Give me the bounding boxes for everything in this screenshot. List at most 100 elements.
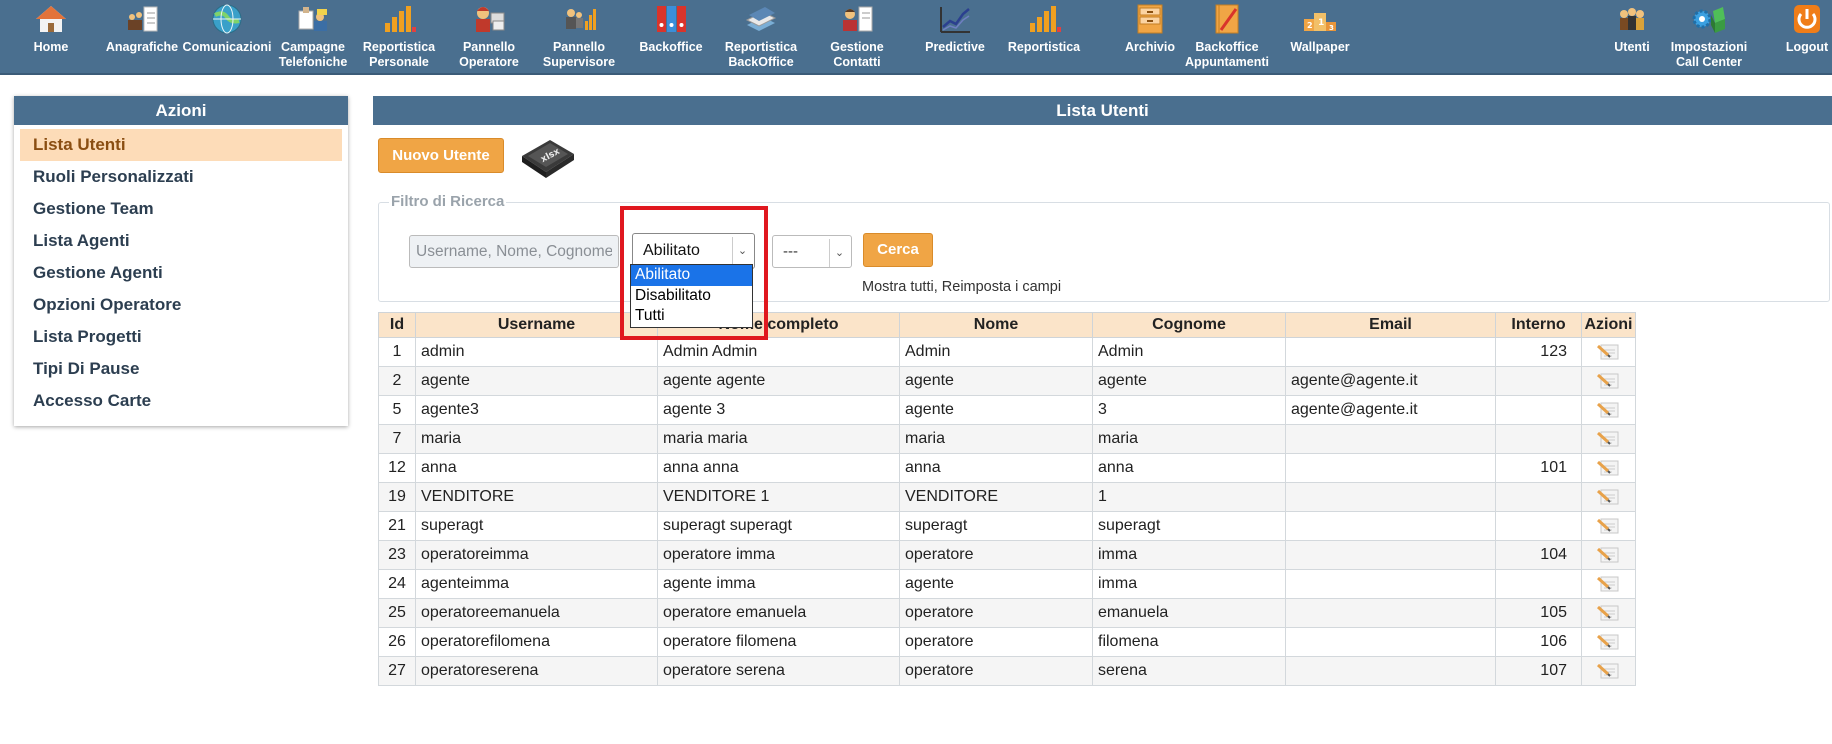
edit-icon[interactable]: [1596, 371, 1622, 391]
table-cell-cognome: maria: [1092, 424, 1286, 454]
edit-icon[interactable]: [1596, 458, 1622, 478]
nav-item-label: Backoffice: [639, 40, 703, 54]
nav-item-gestione-contatti[interactable]: Gestione Contatti: [814, 2, 900, 74]
nav-item-pannello-operatore[interactable]: Pannello Operatore: [446, 2, 532, 74]
table-cell-nome: operatore: [899, 627, 1093, 657]
dropdown-option-abilitato[interactable]: Abilitato: [631, 265, 752, 286]
edit-icon[interactable]: [1596, 400, 1622, 420]
nav-item-anagrafiche[interactable]: Anagrafiche: [99, 2, 185, 74]
table-row: 12 anna anna anna anna anna 101: [378, 453, 1636, 483]
nav-item-label: Wallpaper: [1290, 40, 1350, 54]
table-cell-interno: 107: [1495, 656, 1582, 686]
table-cell-email: [1285, 656, 1496, 686]
column-header-email[interactable]: Email: [1285, 312, 1496, 338]
column-header-cognome[interactable]: Cognome: [1092, 312, 1286, 338]
edit-icon[interactable]: [1596, 516, 1622, 536]
sidebar-item-gestione-agenti[interactable]: Gestione Agenti: [20, 257, 342, 289]
sidebar-item-gestione-team[interactable]: Gestione Team: [20, 193, 342, 225]
table-row: 27 operatoreserena operatore serena operato…: [378, 656, 1636, 686]
nav-item-comunicazioni[interactable]: Comunicazioni: [183, 2, 271, 74]
reset-fields-link[interactable]: Reimposta i campi: [942, 279, 1061, 295]
search-input[interactable]: [409, 235, 619, 268]
column-header-azioni[interactable]: Azioni: [1581, 312, 1636, 338]
sidebar-item-accesso-carte[interactable]: Accesso Carte: [20, 385, 342, 417]
secondary-select[interactable]: --- ⌄: [772, 235, 852, 268]
table-cell-azioni: [1581, 337, 1636, 367]
secondary-select-value: ---: [783, 243, 798, 260]
table-header-row: Id Username Nome completo Nome Cognome Email I…: [378, 312, 1636, 338]
nav-item-label: Reportistica Personale: [362, 40, 436, 69]
archive-icon: [1130, 2, 1170, 36]
edit-icon[interactable]: [1596, 603, 1622, 623]
search-button[interactable]: Cerca: [863, 233, 933, 267]
dropdown-option-tutti[interactable]: Tutti: [631, 306, 752, 327]
sidebar-item-ruoli-personalizzati[interactable]: Ruoli Personalizzati: [20, 161, 342, 193]
edit-icon[interactable]: [1596, 429, 1622, 449]
nav-item-label: Predictive: [925, 40, 985, 54]
nav-item-impostazioni-call-center[interactable]: Impostazioni Call Center: [1659, 2, 1759, 74]
edit-icon[interactable]: [1596, 574, 1622, 594]
nav-item-predictive[interactable]: Predictive: [912, 2, 998, 74]
table-cell-interno: 101: [1495, 453, 1582, 483]
table-row: 1 admin Admin Admin Admin Admin 123: [378, 337, 1636, 367]
table-cell-nome-completo: anna anna: [657, 453, 900, 483]
svg-text:3: 3: [1329, 24, 1334, 32]
edit-icon[interactable]: [1596, 632, 1622, 652]
edit-icon[interactable]: [1596, 545, 1622, 565]
edit-icon[interactable]: [1596, 487, 1622, 507]
nav-item-archivio[interactable]: Archivio: [1107, 2, 1193, 74]
show-all-link[interactable]: Mostra tutti: [862, 279, 934, 295]
table-cell-username: VENDITORE: [415, 482, 658, 512]
table-cell-id: 27: [378, 656, 416, 686]
sidebar-item-lista-agenti[interactable]: Lista Agenti: [20, 225, 342, 257]
dropdown-option-disabilitato[interactable]: Disabilitato: [631, 286, 752, 307]
table-cell-cognome: agente: [1092, 366, 1286, 396]
table-cell-interno: [1495, 424, 1582, 454]
column-header-id[interactable]: Id: [378, 312, 416, 338]
table-cell-azioni: [1581, 569, 1636, 599]
table-cell-email: [1285, 598, 1496, 628]
column-header-username[interactable]: Username: [415, 312, 658, 338]
table-cell-azioni: [1581, 482, 1636, 512]
nav-item-pannello-supervisore[interactable]: Pannello Supervisore: [536, 2, 622, 74]
table-cell-interno: 123: [1495, 337, 1582, 367]
main-panel: Lista Utenti Nuovo Utente xlsx Filtro di…: [373, 96, 1832, 744]
nav-item-backoffice-appuntamenti[interactable]: Backoffice Appuntamenti: [1184, 2, 1270, 74]
new-user-button[interactable]: Nuovo Utente: [378, 138, 504, 173]
xlsx-export-icon[interactable]: xlsx: [516, 134, 580, 180]
table-cell-username: operatoreemanuela: [415, 598, 658, 628]
bar-chart-icon: [1024, 2, 1064, 36]
sidebar-item-tipi-di-pause[interactable]: Tipi Di Pause: [20, 353, 342, 385]
table-cell-nome-completo: operatore emanuela: [657, 598, 900, 628]
campaign-icon: [293, 2, 333, 36]
nav-item-wallpaper[interactable]: 1 2 3 Wallpaper: [1277, 2, 1363, 74]
sidebar-list: Lista Utenti Ruoli Personalizzati Gestione…: [14, 125, 348, 421]
table-cell-nome: maria: [899, 424, 1093, 454]
table-cell-id: 23: [378, 540, 416, 570]
nav-item-reportistica-backoffice[interactable]: Reportistica BackOffice: [718, 2, 804, 74]
nav-item-home[interactable]: Home: [8, 2, 94, 74]
nav-item-reportistica-personale[interactable]: Reportistica Personale: [356, 2, 442, 74]
svg-text:1: 1: [1318, 18, 1324, 28]
table-row: 19 VENDITORE VENDITORE 1 VENDITORE 1: [378, 482, 1636, 512]
nav-item-label: Pannello Operatore: [459, 40, 519, 69]
table-cell-cognome: superagt: [1092, 511, 1286, 541]
sidebar-item-opzioni-operatore[interactable]: Opzioni Operatore: [20, 289, 342, 321]
edit-icon[interactable]: [1596, 342, 1622, 362]
nav-item-campagne-telefoniche[interactable]: Campagne Telefoniche: [270, 2, 356, 74]
sidebar-item-lista-utenti[interactable]: Lista Utenti: [20, 129, 342, 161]
edit-icon[interactable]: [1596, 661, 1622, 681]
chevron-down-icon[interactable]: ⌄: [732, 237, 752, 265]
column-header-interno[interactable]: Interno: [1495, 312, 1582, 338]
table-row: 5 agente3 agente 3 agente 3 agente@agente.it: [378, 395, 1636, 425]
nav-item-label: Backoffice Appuntamenti: [1184, 40, 1270, 69]
table-cell-azioni: [1581, 395, 1636, 425]
nav-item-logout[interactable]: Logout: [1764, 2, 1832, 74]
column-header-nome[interactable]: Nome: [899, 312, 1093, 338]
table-cell-email: [1285, 482, 1496, 512]
nav-item-backoffice[interactable]: Backoffice: [628, 2, 714, 74]
chevron-down-icon[interactable]: ⌄: [829, 239, 849, 267]
sidebar-item-lista-progetti[interactable]: Lista Progetti: [20, 321, 342, 353]
table-cell-email: [1285, 511, 1496, 541]
nav-item-reportistica[interactable]: Reportistica: [1001, 2, 1087, 74]
